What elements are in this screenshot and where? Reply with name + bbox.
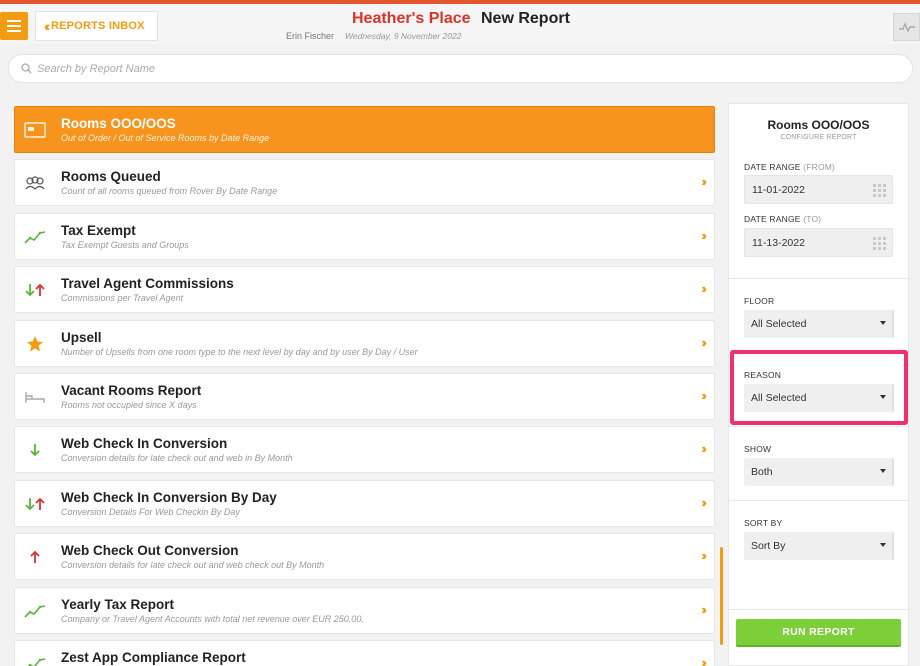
trend-up-icon <box>23 653 47 666</box>
report-item[interactable]: Web Check In Conversion Conversion detail… <box>14 426 715 474</box>
double-chevron-right-icon[interactable]: ›› <box>701 281 706 296</box>
date-to-label: DATE RANGE (TO) <box>744 214 822 224</box>
show-select[interactable]: Both <box>744 458 894 486</box>
date-to-field[interactable]: 11-13-2022 <box>744 228 893 257</box>
double-chevron-right-icon[interactable]: ›› <box>701 335 706 350</box>
calendar-icon[interactable] <box>873 237 886 250</box>
page-title: New Report <box>481 10 570 27</box>
double-chevron-right-icon[interactable]: ›› <box>701 655 706 666</box>
double-chevron-right-icon[interactable]: ›› <box>701 174 706 189</box>
search-input[interactable] <box>37 62 437 75</box>
sort-value: Sort By <box>751 540 786 552</box>
search-bar <box>8 54 913 83</box>
report-item[interactable]: Upsell Number of Upsells from one room ty… <box>14 319 715 367</box>
double-chevron-right-icon[interactable]: ›› <box>701 388 706 403</box>
report-item[interactable]: Tax Exempt Tax Exempt Guests and Groups ›› <box>14 212 715 260</box>
floor-label: FLOOR <box>744 296 775 306</box>
report-subtitle: Company or Travel Agent Accounts with to… <box>61 613 364 624</box>
caret-down-icon <box>880 321 886 325</box>
current-date: Wednesday, 9 November 2022 <box>345 31 462 41</box>
date-to-value: 11-13-2022 <box>752 237 805 249</box>
date-from-field[interactable]: 11-01-2022 <box>744 175 893 204</box>
menu-button[interactable] <box>0 12 28 40</box>
report-title: Rooms Queued <box>61 169 161 185</box>
report-subtitle: Conversion details for late check out an… <box>61 560 325 571</box>
show-label: SHOW <box>744 444 772 454</box>
header: ‹‹ REPORTS INBOX Heather's Place New Rep… <box>0 4 920 44</box>
report-title: Tax Exempt <box>61 222 136 238</box>
report-subtitle: Conversion details for late check out an… <box>61 453 293 464</box>
double-chevron-left-icon: ‹‹ <box>44 18 51 34</box>
double-chevron-right-icon[interactable]: ›› <box>701 602 706 617</box>
report-subtitle: Rooms not occupied since X days <box>61 400 197 410</box>
report-subtitle: Conversion Details For Web Checkin By Da… <box>61 506 240 517</box>
caret-down-icon <box>880 469 886 473</box>
double-chevron-right-icon[interactable]: ›› <box>701 228 706 243</box>
search-icon <box>21 63 32 74</box>
arrows-up-down-icon <box>23 493 47 515</box>
report-title: Upsell <box>61 329 102 345</box>
sort-select[interactable]: Sort By <box>744 532 894 560</box>
report-subtitle: Commissions per Travel Agent <box>61 293 184 304</box>
report-item[interactable]: Rooms Queued Count of all rooms queued fr… <box>14 159 715 207</box>
report-subtitle: Tax Exempt Guests and Groups <box>61 239 189 250</box>
report-item[interactable]: Web Check In Conversion By Day Conversion… <box>14 479 715 527</box>
user-name: Erin Fischer <box>286 31 335 41</box>
report-title: Web Check Out Conversion <box>61 543 239 559</box>
report-title: Vacant Rooms Report <box>61 383 202 398</box>
hamburger-icon <box>7 20 21 22</box>
reports-inbox-label: REPORTS INBOX <box>51 20 145 32</box>
report-title: Travel Agent Commissions <box>61 276 234 292</box>
date-from-value: 11-01-2022 <box>752 184 805 196</box>
report-list: Rooms OOO/OOS Out of Order / Out of Servi… <box>14 106 716 666</box>
date-from-label: DATE RANGE (FROM) <box>744 162 836 172</box>
report-title: Rooms OOO/OOS <box>61 116 176 131</box>
reason-highlight <box>730 350 908 425</box>
run-report-button[interactable]: RUN REPORT <box>736 619 901 647</box>
double-chevron-right-icon[interactable]: ›› <box>701 441 706 456</box>
divider <box>729 500 908 501</box>
floor-value: All Selected <box>751 318 807 330</box>
bed-outline-icon <box>23 386 47 408</box>
divider <box>729 609 908 610</box>
star-icon <box>23 333 47 355</box>
caret-down-icon <box>880 543 886 547</box>
report-title: Zest App Compliance Report <box>61 650 246 665</box>
scrollbar[interactable] <box>720 547 723 645</box>
report-subtitle: Number of Upsells from one room type to … <box>61 346 418 357</box>
chart-button[interactable] <box>893 13 920 41</box>
arrow-up-icon <box>23 546 47 568</box>
report-item[interactable]: Web Check Out Conversion Conversion detai… <box>14 533 715 581</box>
arrows-up-down-icon <box>23 279 47 301</box>
report-title: Yearly Tax Report <box>61 596 175 612</box>
bed-icon <box>23 119 47 141</box>
report-item[interactable]: Rooms OOO/OOS Out of Order / Out of Servi… <box>14 106 715 153</box>
double-chevron-right-icon[interactable]: ›› <box>701 548 706 563</box>
report-title: Web Check In Conversion By Day <box>61 489 277 505</box>
trend-up-icon <box>23 600 47 622</box>
report-item[interactable]: Travel Agent Commissions Commissions per … <box>14 266 715 314</box>
panel-subtitle: CONFIGURE REPORT <box>780 134 857 141</box>
people-icon <box>23 172 47 194</box>
report-item[interactable]: Yearly Tax Report Company or Travel Agent… <box>14 586 715 634</box>
divider <box>729 426 908 427</box>
floor-select[interactable]: All Selected <box>744 310 894 338</box>
report-title: Web Check In Conversion <box>61 436 228 452</box>
divider <box>729 278 908 279</box>
reports-inbox-button[interactable]: ‹‹ REPORTS INBOX <box>35 11 158 41</box>
calendar-icon[interactable] <box>873 184 886 197</box>
report-item[interactable]: Vacant Rooms Report Rooms not occupied si… <box>14 373 715 420</box>
double-chevron-right-icon[interactable]: ›› <box>701 495 706 510</box>
activity-chart-icon <box>898 22 915 32</box>
sort-label: SORT BY <box>744 518 783 528</box>
report-subtitle: Count of all rooms queued from Rover By … <box>61 186 278 197</box>
report-item[interactable]: Zest App Compliance Report ›› <box>14 640 715 666</box>
hotel-name: Heather's Place <box>352 10 471 27</box>
report-subtitle: Out of Order / Out of Service Rooms by D… <box>61 133 270 143</box>
trend-up-icon <box>23 226 47 248</box>
panel-title: Rooms OOO/OOS <box>767 118 870 132</box>
arrow-down-icon <box>23 439 47 461</box>
show-value: Both <box>751 466 773 478</box>
